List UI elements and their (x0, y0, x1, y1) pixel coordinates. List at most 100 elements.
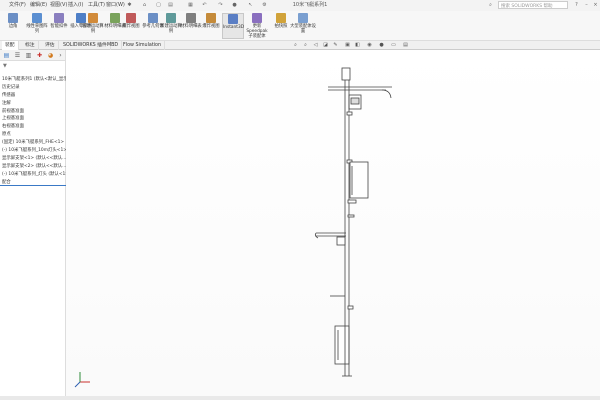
edge-icon (8, 13, 18, 23)
search-input[interactable]: 搜索 SOLIDWORKS 帮助 (498, 1, 568, 9)
graphics-area[interactable] (66, 50, 600, 396)
camera-icon (276, 13, 286, 23)
update-speedpak-button[interactable]: 更新 Speedpak 子装配体 (244, 13, 270, 39)
feature-tree-tab-icon[interactable]: ▤ (2, 51, 11, 60)
view-orientation-icon[interactable]: ▣ (344, 42, 351, 49)
redo-icon[interactable]: ↷ (217, 1, 224, 9)
tree-item-front-plane[interactable]: 前视基准面 (0, 108, 66, 116)
menu-tools[interactable]: 工具(T) (88, 1, 105, 8)
feature-tree: 10米飞艇系列1 (默认<默认_显示状态 历史记录 传感器 注解 前视基准面 上… (0, 76, 66, 187)
tab-evaluate[interactable]: 评估 (42, 41, 59, 50)
lower-fixture[interactable] (336, 236, 346, 246)
smart-fastener-button[interactable]: 智能扣件 (48, 13, 70, 39)
options-icon[interactable]: ⚙ (261, 1, 268, 9)
pole-clamp-1 (346, 111, 353, 116)
document-title: 10米飞艇系列1 (292, 2, 328, 8)
configuration-manager-tab-icon[interactable]: ▥ (24, 51, 33, 60)
tab-annotation[interactable]: 标注 (22, 41, 39, 50)
dimxpert-tab-icon[interactable]: ✚ (35, 51, 44, 60)
linear-pattern-button[interactable]: 线性草图阵列 (26, 13, 48, 39)
previous-view-icon[interactable]: ◁ (312, 42, 319, 49)
top-arm-curve[interactable] (381, 89, 392, 99)
undo-icon[interactable]: ↶ (201, 1, 208, 9)
tree-item-screen-bracket-2[interactable]: 显示屏支架<2> (默认<<默认... (0, 163, 66, 171)
help-icon[interactable]: ? (573, 1, 580, 9)
bom-icon (110, 13, 120, 23)
tree-item-origin[interactable]: 原点 (0, 131, 66, 139)
lower-arm-tip (314, 232, 319, 239)
tree-item-fixed-pole[interactable]: (固定) 10米飞艇系列_FHE<1> ... (0, 139, 66, 147)
edit-appearance-icon[interactable]: ● (378, 42, 385, 49)
display-screen-box[interactable] (349, 161, 369, 199)
motion-study-icon (166, 13, 176, 23)
dynamic-annotation-icon[interactable]: ✎ (332, 42, 339, 49)
command-manager: 边角 线性草图阵列 智能扣件 插入零部件 新建运动算例 材料明细表 爆炸视图 参… (0, 11, 600, 41)
tree-item-right-plane[interactable]: 右视基准面 (0, 123, 66, 131)
minimize-icon[interactable]: – (583, 1, 590, 9)
filter-icon[interactable]: ▼ (0, 63, 7, 69)
explode-view-button[interactable]: 爆炸视图 (120, 13, 142, 39)
menu-file[interactable]: 文件(F) (9, 1, 26, 8)
tab-assembly[interactable]: 装配 (2, 41, 19, 50)
search-icon[interactable]: ⌕ (487, 1, 494, 9)
new-motion-study-button[interactable]: 新建运动算例 (82, 13, 104, 39)
open-file-icon[interactable]: ▤ (167, 1, 174, 9)
bom-button-2[interactable]: 材料明细表 (180, 13, 202, 39)
tree-item-top-plane[interactable]: 上视基准面 (0, 115, 66, 123)
feature-manager-panel: ▤ ☰ ▥ ✚ ◕ › ▼ 10米飞艇系列1 (默认<默认_显示状态 历史记录 … (0, 50, 66, 396)
tree-item-sensors[interactable]: 传感器 (0, 92, 66, 100)
explode-view-icon (126, 13, 136, 23)
tree-item-history[interactable]: 历史记录 (0, 84, 66, 92)
instant3d-icon (228, 14, 238, 24)
tree-item-root[interactable]: 10米飞艇系列1 (默认<默认_显示状态 (0, 76, 66, 84)
home-icon[interactable]: ⌂ (141, 1, 148, 9)
feature-manager-toolbar: ▤ ☰ ▥ ✚ ◕ › (0, 50, 65, 61)
zoom-area-icon[interactable]: ⌕ (302, 42, 309, 49)
screen-bracket (347, 199, 357, 204)
menu-insert[interactable]: 插入(I) (68, 1, 83, 8)
print-icon[interactable]: ▦ (187, 1, 194, 9)
pole-clamp-4 (347, 305, 354, 310)
tree-item-lamp-head-2[interactable]: (-) 10米飞艇系列_灯头 (默认<1>... (0, 171, 66, 179)
bom-icon (186, 13, 196, 23)
hide-show-items-icon[interactable]: ◉ (366, 42, 373, 49)
tree-item-screen-bracket-1[interactable]: 显示屏支架<1> (默认<<默认... (0, 155, 66, 163)
section-view-icon[interactable]: ◪ (322, 42, 329, 49)
close-icon[interactable]: × (592, 1, 599, 9)
view-settings-icon[interactable]: ▤ (402, 42, 409, 49)
display-manager-tab-icon[interactable]: ◕ (46, 51, 55, 60)
reference-geometry-icon (148, 13, 158, 23)
motion-study-icon (88, 13, 98, 23)
tree-item-lamp-head[interactable]: (-) 10米飞艇系列_10m灯头<1> ... (0, 147, 66, 155)
large-assembly-icon (298, 13, 308, 23)
zoom-to-fit-icon[interactable]: ⌕ (292, 42, 299, 49)
upper-fixture-inner (350, 97, 360, 105)
tree-item-annotations[interactable]: 注解 (0, 100, 66, 108)
property-manager-tab-icon[interactable]: ☰ (13, 51, 22, 60)
rebuild-icon[interactable]: ● (231, 1, 238, 9)
menu-edit[interactable]: 编辑(E) (30, 1, 47, 8)
new-file-icon[interactable]: ▢ (155, 1, 162, 9)
large-assembly-settings-button[interactable]: 大型装配体设置 (290, 13, 316, 39)
new-motion-study-button-2[interactable]: 新建运动算例 (160, 13, 182, 39)
tree-item-mates[interactable]: 配合 (0, 179, 66, 187)
smart-fastener-icon (54, 13, 64, 23)
select-arrow-icon[interactable]: ↖ (247, 1, 254, 9)
display-style-icon[interactable]: ◧ (354, 42, 361, 49)
edge-button[interactable]: 边角 (2, 13, 24, 39)
pole-top-cap[interactable] (341, 67, 351, 81)
explode-view-button-2[interactable]: 爆炸视图 (200, 13, 222, 39)
pin-icon[interactable]: ✱ (126, 1, 133, 9)
instant3d-button[interactable]: Instant3D (222, 13, 244, 39)
pole-clamp-3 (347, 214, 355, 218)
panel-expand-icon[interactable]: › (56, 51, 65, 60)
apply-scene-icon[interactable]: ▭ (390, 42, 397, 49)
tab-flow-simulation[interactable]: Flow Simulation (120, 41, 166, 50)
take-snapshot-button[interactable]: 拍快照 (270, 13, 292, 39)
menu-window[interactable]: 窗口(W) (106, 1, 125, 8)
model-viewport[interactable] (66, 50, 600, 396)
speedpak-icon (252, 13, 262, 23)
menu-view[interactable]: 视图(V) (50, 1, 67, 8)
base-cabinet[interactable] (334, 325, 350, 365)
command-tabs: 装配 标注 评估 SOLIDWORKS 插件 MBD Flow Simulati… (0, 41, 600, 50)
